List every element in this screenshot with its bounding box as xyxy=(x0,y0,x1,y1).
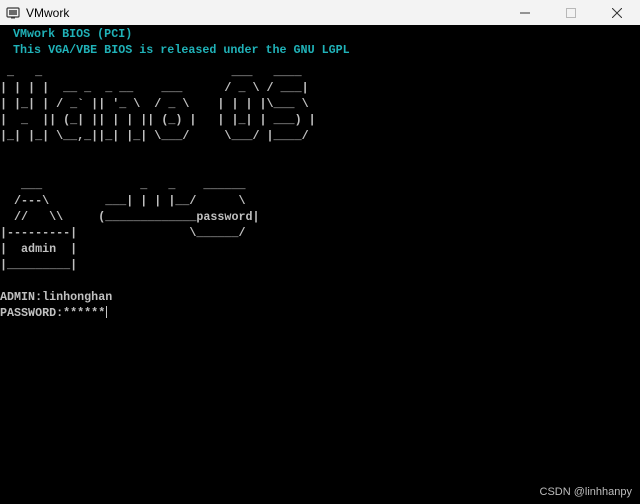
ascii-logo-line: _ _ ___ ____ xyxy=(0,65,302,79)
ascii-logo-line: | _ || (_| || | | || (_) | | |_| | ___) … xyxy=(0,113,316,127)
ascii-login-art-line: |---------| \______/ xyxy=(0,226,246,240)
maximize-icon xyxy=(566,7,576,18)
bios-banner-line-1: VMwork BIOS (PCI) xyxy=(13,27,133,41)
ascii-login-art-line: ___ _ _ ______ xyxy=(0,178,246,192)
minimize-icon xyxy=(520,12,530,13)
admin-username-line: ADMIN:linhonghan xyxy=(0,290,113,304)
ascii-login-art-line: // \\ (_____________password| xyxy=(0,210,260,224)
ascii-login-art-line: /---\ ___| | | |__/ \ xyxy=(0,194,246,208)
close-icon xyxy=(612,7,622,18)
password-input-line[interactable]: PASSWORD:****** xyxy=(0,305,108,321)
ascii-logo-line: |_| |_| \__,_||_| |_| \___/ \___/ |____/ xyxy=(0,129,309,143)
close-button[interactable] xyxy=(594,0,640,25)
vm-window: VMwork VMwork BIOS (PCI) This VGA/VBE BI… xyxy=(0,0,640,504)
terminal-screen[interactable]: VMwork BIOS (PCI) This VGA/VBE BIOS is r… xyxy=(0,25,640,504)
ascii-login-art-line: |_________| xyxy=(0,258,78,272)
title-bar[interactable]: VMwork xyxy=(0,0,640,25)
ascii-logo-line: | | | | __ _ _ __ ___ / _ \ / ___| xyxy=(0,81,309,95)
password-masked-value: PASSWORD:****** xyxy=(0,306,106,320)
maximize-button[interactable] xyxy=(548,0,594,25)
watermark: CSDN @linhhanpy xyxy=(539,486,633,498)
bios-banner-line-2: This VGA/VBE BIOS is released under the … xyxy=(13,43,350,57)
ascii-login-art-line: | admin | xyxy=(0,242,78,256)
text-cursor xyxy=(106,306,108,318)
minimize-button[interactable] xyxy=(502,0,548,25)
ascii-logo-line: | |_| | / _` || '_ \ / _ \ | | | |\___ \ xyxy=(0,97,309,111)
vm-app-icon xyxy=(6,6,20,20)
window-title: VMwork xyxy=(26,5,70,20)
